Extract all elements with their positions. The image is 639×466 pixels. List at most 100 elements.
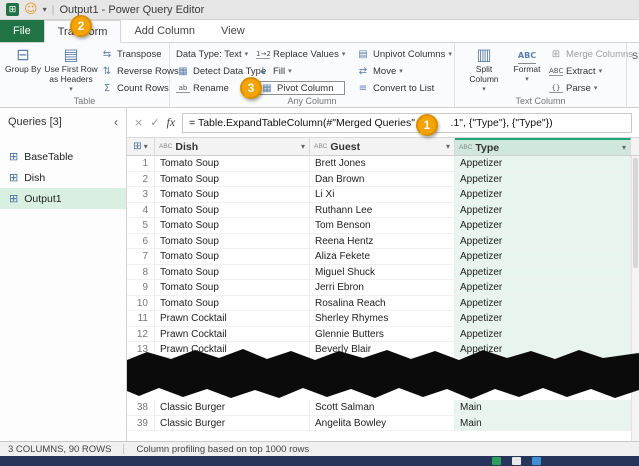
cell-dish[interactable]: Tomato Soup bbox=[155, 264, 310, 279]
convert-to-list-button[interactable]: ≡ Convert to List bbox=[356, 81, 452, 95]
filter-icon[interactable]: ▾ bbox=[301, 142, 305, 151]
tab-view[interactable]: View bbox=[208, 20, 258, 42]
data-type-button[interactable]: Data Type: Text ▾ bbox=[176, 47, 266, 61]
chevron-down-icon: ▾ bbox=[288, 67, 292, 75]
cancel-formula-icon[interactable]: × bbox=[134, 116, 143, 129]
table-row: 1 Tomato Soup Brett Jones Appetizer bbox=[127, 156, 639, 172]
filter-icon[interactable]: ▾ bbox=[446, 142, 450, 151]
table-row: 7 Tomato Soup Aliza Fekete Appetizer bbox=[127, 249, 639, 265]
cell-type[interactable]: Main bbox=[455, 415, 631, 430]
cell-type[interactable]: Appetizer bbox=[455, 326, 631, 341]
collapse-pane-icon[interactable]: ‹ bbox=[114, 115, 118, 129]
transpose-button[interactable]: ⇆ Transpose bbox=[100, 47, 179, 61]
cell-dish[interactable]: Tomato Soup bbox=[155, 233, 310, 248]
quick-access-chevron-down-icon[interactable]: ▾ bbox=[43, 5, 47, 14]
cell-dish[interactable]: Tomato Soup bbox=[155, 218, 310, 233]
cell-type[interactable]: Appetizer bbox=[455, 249, 631, 264]
cell-type[interactable]: Appetizer bbox=[455, 156, 631, 171]
chevron-down-icon: ▾ bbox=[448, 50, 452, 58]
cell-type[interactable]: Appetizer bbox=[455, 202, 631, 217]
cell-dish[interactable]: Tomato Soup bbox=[155, 171, 310, 186]
cell-guest[interactable]: Brett Jones bbox=[310, 156, 455, 171]
cell-type[interactable]: Appetizer bbox=[455, 264, 631, 279]
cell-guest[interactable]: Ruthann Lee bbox=[310, 202, 455, 217]
cell-guest[interactable]: Angelita Bowley bbox=[310, 415, 455, 430]
merge-columns-button[interactable]: ⊞ Merge Columns bbox=[549, 47, 633, 61]
cell-type[interactable]: Appetizer bbox=[455, 171, 631, 186]
format-button[interactable]: ABC Format ▾ bbox=[509, 46, 545, 84]
fill-icon: ↓ bbox=[258, 65, 268, 77]
replace-values-button[interactable]: 1→2 Replace Values ▾ bbox=[256, 47, 345, 61]
cell-guest[interactable]: Aliza Fekete bbox=[310, 249, 455, 264]
cell-type[interactable]: Appetizer bbox=[455, 233, 631, 248]
cell-guest[interactable]: Tom Benson bbox=[310, 218, 455, 233]
cell-type[interactable]: Appetizer bbox=[455, 187, 631, 202]
cell-dish[interactable]: Tomato Soup bbox=[155, 280, 310, 295]
cell-guest[interactable]: Li Xi bbox=[310, 187, 455, 202]
cell-dish[interactable]: Tomato Soup bbox=[155, 249, 310, 264]
table-icon: ⊞ bbox=[9, 171, 19, 184]
cell-guest[interactable]: Glennie Butters bbox=[310, 326, 455, 341]
fx-icon[interactable]: fx bbox=[166, 115, 175, 130]
query-item-basetable[interactable]: ⊞ BaseTable bbox=[0, 146, 126, 167]
commit-formula-icon[interactable]: ✓ bbox=[150, 116, 159, 129]
cell-dish[interactable]: Tomato Soup bbox=[155, 202, 310, 217]
reverse-rows-button[interactable]: ⇅ Reverse Rows bbox=[100, 64, 179, 78]
move-icon: ⇄ bbox=[358, 65, 368, 77]
cell-type[interactable]: Appetizer bbox=[455, 280, 631, 295]
taskbar-app-icon[interactable] bbox=[532, 457, 541, 465]
parse-button[interactable]: {} Parse ▾ bbox=[549, 81, 633, 95]
cell-type[interactable]: Appetizer bbox=[455, 311, 631, 326]
group-label-text-column: Text Column bbox=[515, 96, 566, 106]
cell-type[interactable]: Appetizer bbox=[455, 218, 631, 233]
table-row: 39 Classic Burger Angelita Bowley Main bbox=[127, 415, 631, 431]
query-label: Output1 bbox=[24, 192, 62, 205]
pivot-column-button[interactable]: ▦ Pivot Column bbox=[256, 81, 346, 95]
table-menu-button[interactable]: ⊞ ▾ bbox=[127, 138, 155, 155]
cell-guest[interactable]: Reena Hentz bbox=[310, 233, 455, 248]
move-button[interactable]: ⇄ Move ▾ bbox=[356, 64, 452, 78]
query-item-output1[interactable]: ⊞ Output1 bbox=[0, 188, 126, 209]
taskbar-excel-icon[interactable] bbox=[492, 457, 501, 465]
tab-add-column[interactable]: Add Column bbox=[121, 20, 208, 42]
tab-file[interactable]: File bbox=[0, 20, 44, 42]
query-item-dish[interactable]: ⊞ Dish bbox=[0, 167, 126, 188]
unpivot-columns-button[interactable]: ▤ Unpivot Columns ▾ bbox=[356, 47, 452, 61]
cell-type[interactable]: Appetizer bbox=[455, 295, 631, 310]
detect-data-type-button[interactable]: ▦ Detect Data Type bbox=[176, 64, 266, 78]
cell-dish[interactable]: Prawn Cocktail bbox=[155, 326, 310, 341]
cell-dish[interactable]: Prawn Cocktail bbox=[155, 311, 310, 326]
unpivot-columns-icon: ▤ bbox=[358, 48, 368, 60]
cell-dish[interactable]: Tomato Soup bbox=[155, 187, 310, 202]
split-column-button[interactable]: ▥ Split Column ▾ bbox=[461, 46, 507, 94]
clipped-ribbon-group: S bbox=[632, 51, 639, 61]
fill-button[interactable]: ↓ Fill ▾ bbox=[256, 64, 345, 78]
grid-rows-top: 1 Tomato Soup Brett Jones Appetizer 2 Tomato … bbox=[127, 156, 639, 358]
chevron-down-icon: ▾ bbox=[525, 75, 529, 83]
extract-button[interactable]: ABC Extract ▾ bbox=[549, 64, 633, 78]
cell-guest[interactable]: Rosalina Reach bbox=[310, 295, 455, 310]
cell-dish[interactable]: Tomato Soup bbox=[155, 156, 310, 171]
formula-input[interactable]: = Table.ExpandTableColumn(#"Merged Queri… bbox=[182, 112, 632, 133]
cell-type[interactable]: Main bbox=[455, 400, 631, 415]
cell-dish[interactable]: Classic Burger bbox=[155, 400, 310, 415]
use-first-row-as-headers-button[interactable]: ▤ Use First Row as Headers ▾ bbox=[44, 46, 98, 94]
cell-guest[interactable]: Sherley Rhymes bbox=[310, 311, 455, 326]
taskbar-app-icon[interactable] bbox=[512, 457, 521, 465]
cell-dish[interactable]: Classic Burger bbox=[155, 415, 310, 430]
button-label: Rename bbox=[193, 82, 229, 94]
cell-guest[interactable]: Scott Salman bbox=[310, 400, 455, 415]
filter-icon[interactable]: ▾ bbox=[622, 143, 626, 152]
cell-guest[interactable]: Miguel Shuck bbox=[310, 264, 455, 279]
column-header-type[interactable]: ABC Type ▾ bbox=[455, 138, 631, 155]
column-header-guest[interactable]: ABC Guest ▾ bbox=[310, 138, 455, 155]
smiley-feedback-icon[interactable]: ☺ bbox=[24, 3, 38, 16]
cell-dish[interactable]: Tomato Soup bbox=[155, 295, 310, 310]
count-rows-button[interactable]: Σ Count Rows bbox=[100, 81, 179, 95]
column-header-dish[interactable]: ABC Dish ▾ bbox=[155, 138, 310, 155]
cell-guest[interactable]: Jerri Ebron bbox=[310, 280, 455, 295]
profiling-status[interactable]: Column profiling based on top 1000 rows bbox=[136, 444, 309, 455]
group-by-button[interactable]: ⊟ Group By bbox=[4, 46, 42, 75]
cell-guest[interactable]: Dan Brown bbox=[310, 171, 455, 186]
scrollbar-thumb[interactable] bbox=[633, 158, 638, 268]
